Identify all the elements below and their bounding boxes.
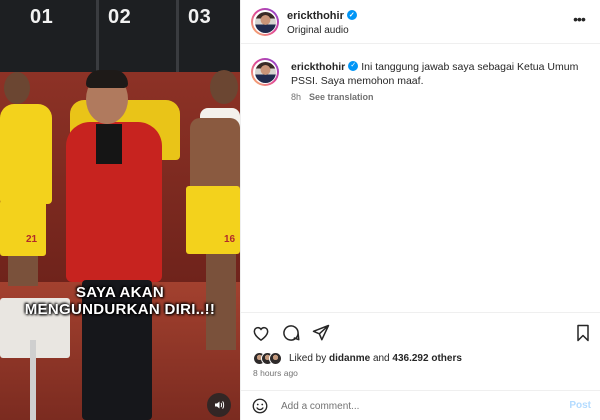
share-icon[interactable]: [311, 323, 331, 343]
stand: [30, 340, 36, 420]
likes-text: Liked by didanme and 436.292 others: [289, 353, 462, 364]
post-header: erickthohir ✓ Original audio •••: [241, 0, 600, 44]
player-left-shorts: [0, 200, 46, 256]
player-right-head: [210, 70, 238, 104]
speaker-hair: [86, 70, 128, 88]
speaker-shirt: [96, 124, 122, 164]
shorts-number: 21: [26, 234, 38, 245]
shorts-number: 16: [224, 234, 236, 245]
locker-divider: [96, 0, 99, 72]
more-icon: •••: [573, 11, 586, 27]
caption-author-avatar[interactable]: [251, 58, 279, 86]
caption-username[interactable]: erickthohir: [291, 61, 345, 73]
likes-joiner: and: [372, 352, 390, 364]
more-options-button[interactable]: •••: [571, 11, 587, 30]
comment-icon[interactable]: [281, 323, 301, 343]
video-caption-line-1: SAYA AKAN: [75, 284, 164, 301]
header-username-link[interactable]: erickthohir ✓: [287, 10, 357, 22]
locker-number: 02: [108, 6, 132, 28]
video-caption-line-2: MENGUNDURKAN DIRI..!!: [24, 301, 216, 318]
post-details-panel: erickthohir ✓ Original audio ••• ericktho…: [240, 0, 600, 420]
audio-toggle-button[interactable]: [207, 393, 231, 417]
audio-link[interactable]: Original audio: [287, 25, 349, 36]
caption-age: 8h: [291, 92, 302, 102]
emoji-icon[interactable]: [251, 397, 269, 415]
comment-bar: Post: [241, 390, 600, 420]
author-avatar[interactable]: [251, 8, 279, 36]
post-media-video[interactable]: 01 02 03 21 16 SAYA AKAN MENGUNDURKAN DI…: [0, 0, 240, 420]
see-translation-link[interactable]: See translation: [309, 92, 374, 102]
liker-avatar: [269, 351, 282, 365]
player-left-jersey: [0, 104, 52, 204]
speaker-icon: [215, 401, 225, 409]
locker-number: 03: [188, 6, 212, 28]
locker-number: 01: [30, 6, 54, 28]
liker-username[interactable]: didanme: [329, 353, 370, 364]
likes-prefix: Liked by: [289, 352, 327, 364]
caption-text: erickthohir ✓ Ini tanggung jawab saya seb…: [291, 60, 583, 88]
caption-meta: 8h See translation: [291, 92, 374, 102]
likes-summary: Liked by didanme and 436.292 others: [253, 350, 462, 366]
heart-icon[interactable]: [251, 323, 271, 343]
verified-badge-icon: ✓: [346, 10, 357, 21]
comment-input[interactable]: [281, 398, 551, 414]
bookmark-icon[interactable]: [573, 323, 593, 343]
player-left-head: [4, 72, 30, 104]
player-left-legs: [8, 256, 38, 286]
verified-badge-icon: ✓: [348, 61, 359, 72]
post-comment-button[interactable]: Post: [569, 400, 591, 411]
header-username: erickthohir: [287, 10, 344, 22]
likes-count[interactable]: 436.292 others: [392, 353, 462, 364]
action-bar: [241, 312, 600, 348]
post-timestamp[interactable]: 8 hours ago: [253, 368, 298, 378]
locker-divider: [176, 0, 179, 72]
player-right-torso: [190, 118, 240, 188]
